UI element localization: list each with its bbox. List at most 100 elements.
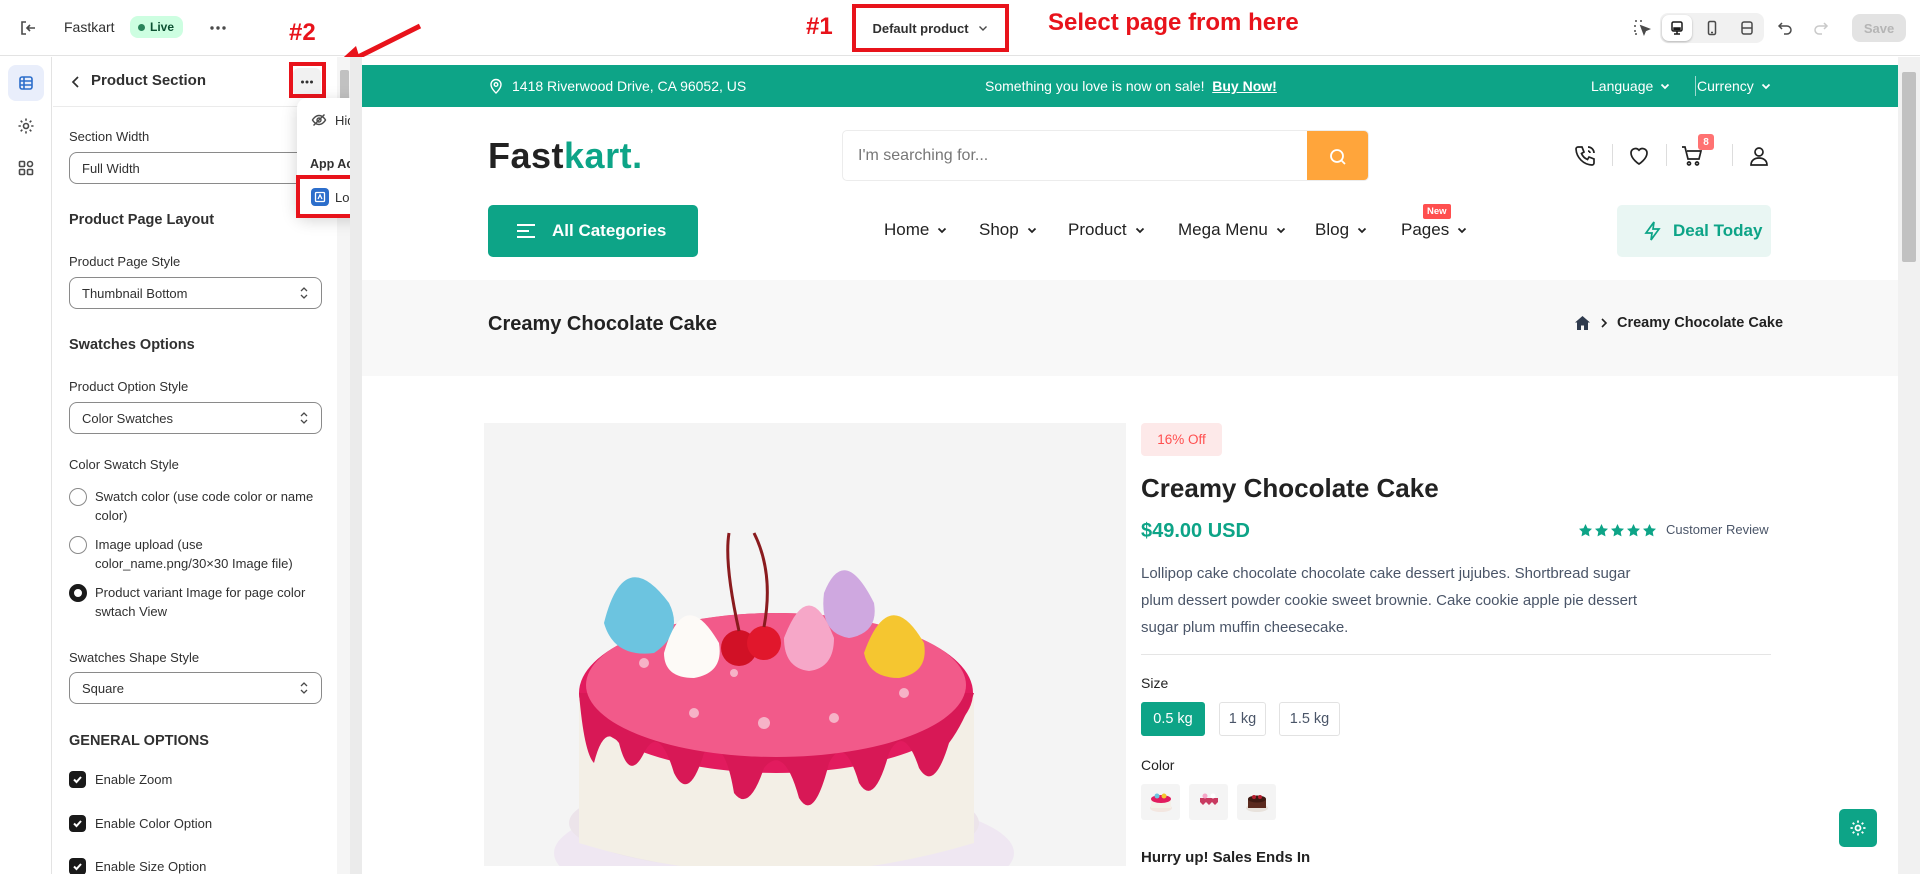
product-description: Lollipop cake chocolate chocolate cake d… xyxy=(1141,565,1638,636)
store-logo[interactable]: Fastkart. xyxy=(488,135,643,177)
lightning-icon xyxy=(1644,221,1661,241)
sections-rail-button[interactable] xyxy=(8,65,44,101)
star-icon xyxy=(1627,524,1640,537)
swatch-option-image[interactable]: Image upload (use color_name.png/30×30 I… xyxy=(69,535,329,573)
checkmark-icon[interactable] xyxy=(69,771,86,788)
search-placeholder[interactable]: I'm searching for... xyxy=(858,147,988,165)
sale-countdown-heading: Hurry up! Sales Ends In xyxy=(1141,849,1311,866)
settings-rail-button[interactable] xyxy=(8,108,44,144)
store-search[interactable]: I'm searching for... xyxy=(842,130,1369,181)
fullscreen-view-button[interactable] xyxy=(1732,15,1762,41)
annotation-step2: #2 xyxy=(289,19,316,46)
all-categories-button[interactable]: All Categories xyxy=(488,205,698,257)
cart-count-badge: 8 xyxy=(1698,134,1714,150)
option-style-select[interactable]: Color Swatches xyxy=(69,402,322,434)
language-selector[interactable]: Language xyxy=(1591,78,1671,94)
swatch-option-color[interactable]: Swatch color (use code color or name col… xyxy=(69,487,329,525)
language-label: Language xyxy=(1591,78,1654,94)
nav-product[interactable]: Product xyxy=(1068,220,1146,240)
radio-button-selected[interactable] xyxy=(69,584,87,602)
eye-off-icon xyxy=(311,114,327,126)
buy-now-link[interactable]: Buy Now! xyxy=(1212,78,1277,94)
panel-scrollbar-thumb[interactable] xyxy=(340,70,349,100)
size-option[interactable]: 1 kg xyxy=(1219,702,1266,736)
shape-style-select[interactable]: Square xyxy=(69,672,322,704)
select-chevron-icon xyxy=(300,287,308,299)
swatch-option-variant[interactable]: Product variant Image for page color swt… xyxy=(69,583,329,621)
preview-scrollbar-thumb[interactable] xyxy=(1902,72,1916,262)
page-selector[interactable]: Default product xyxy=(852,4,1009,52)
header-divider xyxy=(1732,144,1733,166)
customer-review-link[interactable]: Customer Review xyxy=(1666,522,1769,537)
enable-size-checkbox[interactable]: Enable Size Option xyxy=(69,858,206,874)
nav-pages[interactable]: Pages xyxy=(1401,220,1468,240)
cake-thumbnail xyxy=(1199,793,1218,810)
discount-badge: 16% Off xyxy=(1141,423,1222,456)
checkmark-icon[interactable] xyxy=(69,815,86,832)
breadcrumb-current: Creamy Chocolate Cake xyxy=(1617,315,1784,331)
color-swatch[interactable] xyxy=(1189,784,1228,820)
size-option[interactable]: 0.5 kg xyxy=(1141,702,1205,736)
star-icon xyxy=(1611,524,1624,537)
mobile-icon xyxy=(1707,20,1717,36)
page-style-select[interactable]: Thumbnail Bottom xyxy=(69,277,322,309)
phone-icon[interactable] xyxy=(1572,143,1598,169)
radio-button[interactable] xyxy=(69,536,87,554)
checkbox-label: Enable Zoom xyxy=(95,772,173,787)
store-address: 1418 Riverwood Drive, CA 96052, US xyxy=(488,78,746,94)
announcement-bar: 1418 Riverwood Drive, CA 96052, US Somet… xyxy=(362,65,1898,107)
apps-rail-button[interactable] xyxy=(8,150,44,186)
shape-style-label: Swatches Shape Style xyxy=(69,650,200,665)
swatch-style-label: Color Swatch Style xyxy=(69,457,179,472)
section-width-label: Section Width xyxy=(69,129,150,144)
gear-icon xyxy=(1850,820,1866,836)
desktop-view-button[interactable] xyxy=(1662,15,1692,41)
breadcrumb-nav: Creamy Chocolate Cake xyxy=(1574,315,1783,331)
page-selector-label: Default product xyxy=(872,20,969,36)
all-categories-label: All Categories xyxy=(552,221,667,240)
deal-label: Deal Today xyxy=(1673,221,1763,240)
nav-home[interactable]: Home xyxy=(884,220,948,240)
view-switcher xyxy=(1660,13,1764,43)
cake-thumbnail xyxy=(1245,795,1268,812)
checkmark-icon[interactable] xyxy=(69,858,86,874)
home-icon[interactable] xyxy=(1574,315,1591,331)
nav-mega-menu[interactable]: Mega Menu xyxy=(1178,220,1287,240)
annotation-hint: Select page from here xyxy=(1048,9,1299,36)
product-image[interactable] xyxy=(484,423,1126,866)
back-icon[interactable] xyxy=(67,73,85,91)
color-swatch[interactable] xyxy=(1141,784,1180,820)
redo-icon[interactable] xyxy=(1811,18,1831,38)
currency-selector[interactable]: Currency xyxy=(1697,78,1772,94)
annotation-frame-more xyxy=(289,62,326,98)
chevron-down-icon xyxy=(1357,227,1367,234)
inspector-icon[interactable] xyxy=(1632,18,1652,38)
more-actions-icon[interactable] xyxy=(206,16,230,40)
nav-label: Product xyxy=(1068,220,1127,239)
enable-color-checkbox[interactable]: Enable Color Option xyxy=(69,815,212,832)
mobile-view-button[interactable] xyxy=(1697,15,1727,41)
search-button[interactable] xyxy=(1307,131,1368,180)
save-button[interactable]: Save xyxy=(1852,14,1906,42)
chevron-right-icon xyxy=(1601,318,1608,328)
nav-shop[interactable]: Shop xyxy=(979,220,1038,240)
new-badge: New xyxy=(1423,204,1451,219)
size-option[interactable]: 1.5 kg xyxy=(1279,702,1340,736)
color-swatch[interactable] xyxy=(1237,784,1276,820)
theme-settings-button[interactable] xyxy=(1839,809,1877,847)
heart-icon[interactable] xyxy=(1626,143,1652,169)
nav-label: Home xyxy=(884,220,930,239)
chevron-down-icon xyxy=(938,227,947,234)
nav-label: Shop xyxy=(979,220,1019,239)
page-style-value: Thumbnail Bottom xyxy=(82,285,188,301)
live-badge: Live xyxy=(130,16,184,38)
product-title: Creamy Chocolate Cake xyxy=(1141,473,1439,503)
enable-zoom-checkbox[interactable]: Enable Zoom xyxy=(69,771,172,788)
nav-blog[interactable]: Blog xyxy=(1315,220,1368,240)
user-icon[interactable] xyxy=(1746,143,1772,169)
exit-icon[interactable] xyxy=(18,18,38,38)
deal-today-button[interactable]: Deal Today xyxy=(1617,205,1771,257)
undo-icon[interactable] xyxy=(1775,18,1795,38)
radio-button[interactable] xyxy=(69,488,87,506)
section-width-select[interactable]: Full Width xyxy=(69,152,322,184)
